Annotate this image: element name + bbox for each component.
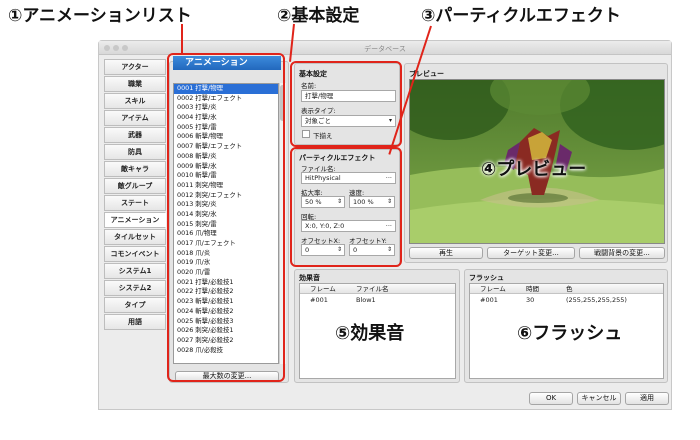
sidebar-item[interactable]: 用語 — [104, 314, 166, 330]
flash-frame-cell: #001 — [480, 296, 498, 304]
sidebar-item[interactable]: アイテム — [104, 110, 166, 126]
flash-col-time: 時間 — [526, 285, 539, 293]
sidebar-item[interactable]: スキル — [104, 93, 166, 109]
sidebar-item[interactable]: システム1 — [104, 263, 166, 279]
sidebar-item[interactable]: アニメーション — [104, 212, 166, 228]
se-col-file: ファイル名 — [356, 285, 389, 293]
callout-box-particle-effect — [290, 147, 402, 267]
flash-title: フラッシュ — [469, 274, 504, 282]
se-col-frame: フレーム — [310, 285, 336, 293]
ok-button[interactable]: OK — [529, 392, 573, 405]
callout-line-list — [181, 24, 183, 54]
flash-col-color: 色 — [566, 285, 573, 293]
cancel-button[interactable]: キャンセル — [577, 392, 621, 405]
callout-sound-effect: ⑤効果音 — [335, 323, 405, 344]
callout-particle-effect: ③パーティクルエフェクト — [421, 6, 621, 26]
se-title: 効果音 — [299, 274, 320, 282]
change-background-button[interactable]: 戦闘背景の変更... — [579, 247, 665, 259]
sidebar-item[interactable]: タイプ — [104, 297, 166, 313]
apply-button[interactable]: 適用 — [625, 392, 669, 405]
callout-basic-settings: ②基本設定 — [277, 6, 360, 26]
sidebar-item[interactable]: 防具 — [104, 144, 166, 160]
sidebar-item[interactable]: システム2 — [104, 280, 166, 296]
se-frame-cell: #001 — [310, 296, 328, 304]
flash-col-frame: フレーム — [480, 285, 506, 293]
flash-color-cell: (255,255,255,255) — [566, 296, 627, 304]
table-row[interactable]: #001 Blow1 — [300, 295, 455, 305]
callout-flash: ⑥フラッシュ — [517, 323, 623, 344]
sidebar-item[interactable]: ステート — [104, 195, 166, 211]
se-table-header: フレーム ファイル名 — [300, 284, 455, 294]
flash-table-header: フレーム 時間 色 — [470, 284, 663, 294]
callout-box-basic-settings — [290, 61, 402, 147]
sidebar-item[interactable]: アクター — [104, 59, 166, 75]
sidebar-item[interactable]: 敵グループ — [104, 178, 166, 194]
table-row[interactable]: #001 30 (255,255,255,255) — [470, 295, 663, 305]
callout-box-animation-list — [167, 53, 285, 382]
callout-preview: ④プレビュー — [481, 159, 587, 180]
sidebar-item[interactable]: コモンイベント — [104, 246, 166, 262]
change-target-button[interactable]: ターゲット変更... — [487, 247, 575, 259]
se-file-cell: Blow1 — [356, 296, 376, 304]
sidebar-item[interactable]: 武器 — [104, 127, 166, 143]
sidebar-item[interactable]: タイルセット — [104, 229, 166, 245]
flash-time-cell: 30 — [526, 296, 535, 304]
callout-animation-list: ①アニメーションリスト — [8, 6, 192, 26]
play-button[interactable]: 再生 — [409, 247, 483, 259]
sidebar-item[interactable]: 敵キャラ — [104, 161, 166, 177]
sidebar-item[interactable]: 職業 — [104, 76, 166, 92]
